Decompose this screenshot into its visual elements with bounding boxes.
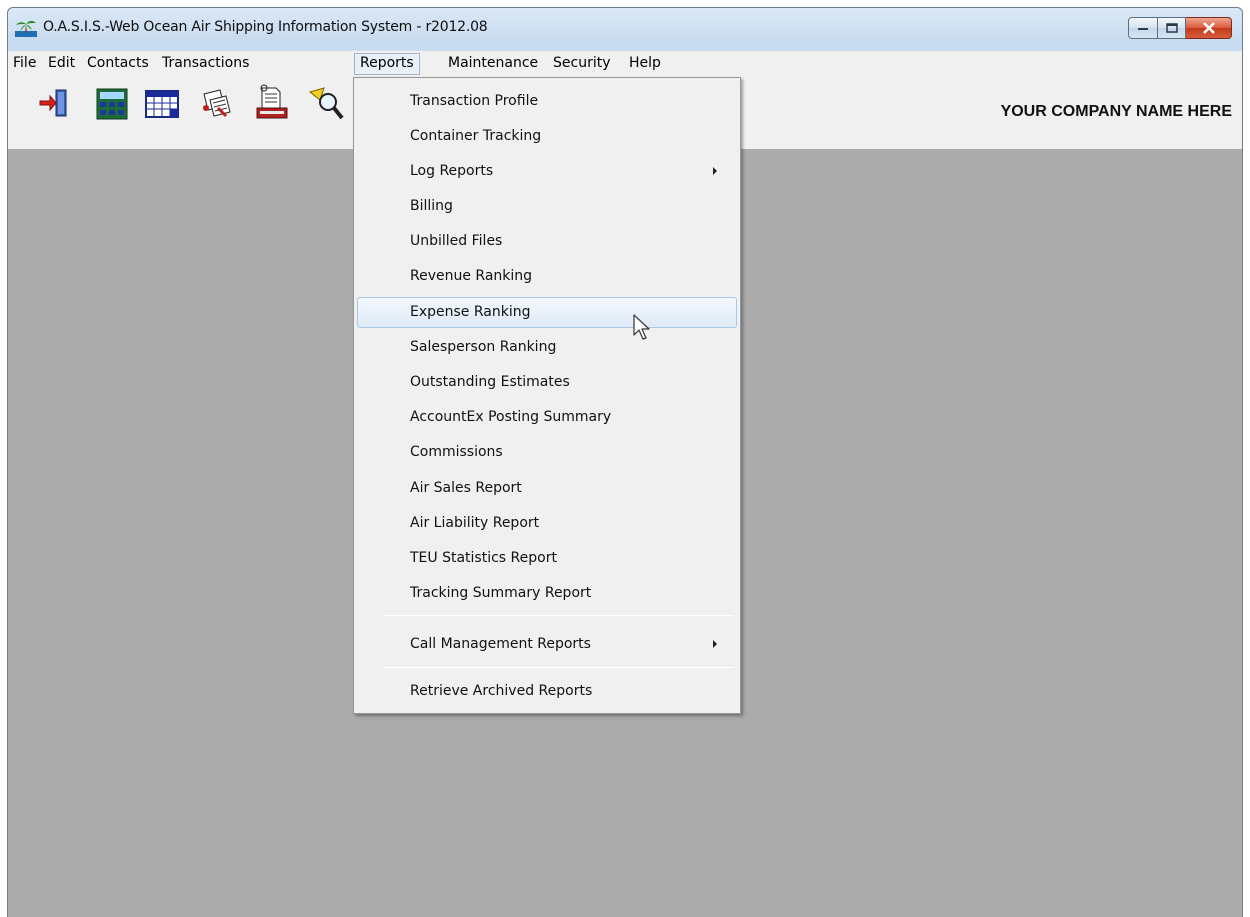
- menu-item-unbilled-files[interactable]: Unbilled Files: [357, 226, 737, 257]
- menu-contacts[interactable]: Contacts: [82, 53, 154, 75]
- menu-file[interactable]: File: [8, 53, 41, 75]
- menu-item-teu-statistics-report[interactable]: TEU Statistics Report: [357, 543, 737, 574]
- menu-item-revenue-ranking[interactable]: Revenue Ranking: [357, 261, 737, 292]
- menu-item-billing[interactable]: Billing: [357, 191, 737, 222]
- submenu-arrow-icon: [713, 640, 717, 648]
- menu-maintenance[interactable]: Maintenance: [443, 53, 543, 75]
- menu-item-retrieve-archived-reports[interactable]: Retrieve Archived Reports: [357, 676, 737, 707]
- calculator-icon[interactable]: [92, 84, 132, 124]
- menu-reports[interactable]: Reports: [354, 53, 420, 75]
- menu-bar: File Edit Contacts Transactions Reports …: [8, 51, 1242, 76]
- company-name: YOUR COMPANY NAME HERE: [1000, 103, 1232, 120]
- minimize-icon: [1138, 28, 1148, 30]
- calendar-icon[interactable]: [142, 84, 182, 124]
- palm-tree-icon: [15, 20, 37, 37]
- submenu-arrow-icon: [713, 167, 717, 175]
- menu-item-log-reports[interactable]: Log Reports: [357, 156, 737, 187]
- printer-icon[interactable]: [252, 84, 292, 124]
- search-icon[interactable]: [306, 84, 346, 124]
- menu-transactions[interactable]: Transactions: [157, 53, 254, 75]
- menu-item-call-management-reports[interactable]: Call Management Reports: [357, 629, 737, 660]
- menu-security[interactable]: Security: [548, 53, 616, 75]
- menu-item-outstanding-estimates[interactable]: Outstanding Estimates: [357, 367, 737, 398]
- title-bar[interactable]: O.A.S.I.S.-Web Ocean Air Shipping Inform…: [8, 8, 1242, 56]
- menu-separator: [384, 667, 734, 668]
- maximize-icon: [1165, 23, 1178, 33]
- reports-dropdown-menu: Transaction Profile Container Tracking L…: [353, 77, 741, 714]
- close-button[interactable]: [1186, 17, 1232, 39]
- menu-item-air-liability-report[interactable]: Air Liability Report: [357, 508, 737, 539]
- menu-item-salesperson-ranking[interactable]: Salesperson Ranking: [357, 332, 737, 363]
- menu-separator: [384, 615, 734, 616]
- menu-item-air-sales-report[interactable]: Air Sales Report: [357, 473, 737, 504]
- menu-edit[interactable]: Edit: [43, 53, 80, 75]
- minimize-button[interactable]: [1128, 17, 1158, 39]
- exit-icon[interactable]: [36, 84, 76, 124]
- mouse-cursor-icon: [633, 314, 650, 340]
- menu-help[interactable]: Help: [624, 53, 666, 75]
- menu-item-commissions[interactable]: Commissions: [357, 437, 737, 468]
- window-title: O.A.S.I.S.-Web Ocean Air Shipping Inform…: [43, 19, 488, 35]
- menu-item-tracking-summary-report[interactable]: Tracking Summary Report: [357, 578, 737, 609]
- menu-item-accountex-posting-summary[interactable]: AccountEx Posting Summary: [357, 402, 737, 433]
- menu-item-container-tracking[interactable]: Container Tracking: [357, 121, 737, 152]
- menu-item-expense-ranking[interactable]: Expense Ranking: [357, 297, 737, 328]
- close-icon: [1202, 22, 1215, 34]
- menu-item-transaction-profile[interactable]: Transaction Profile: [357, 86, 737, 117]
- documents-icon[interactable]: [198, 84, 238, 124]
- maximize-button[interactable]: [1158, 17, 1186, 39]
